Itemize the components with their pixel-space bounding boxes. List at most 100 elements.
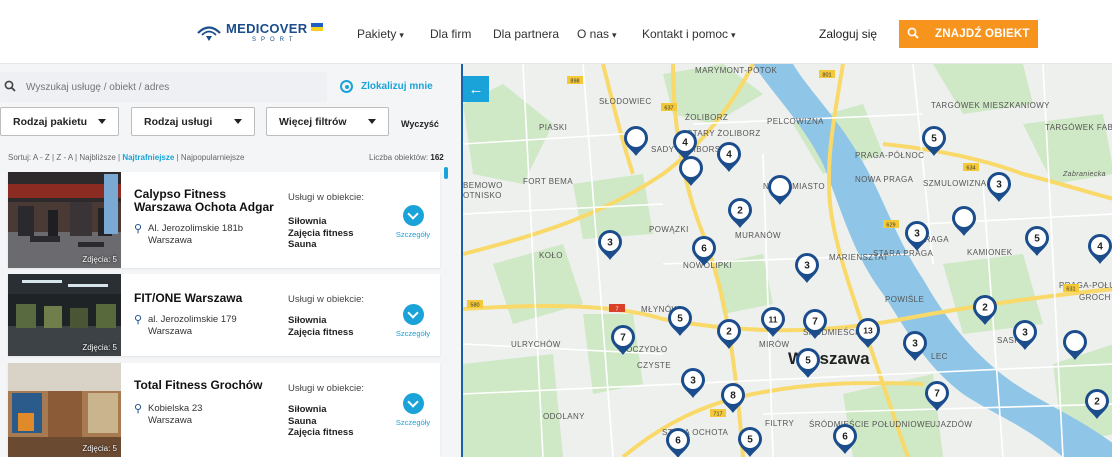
results-count-label: Liczba obiektów:	[369, 153, 429, 162]
photos-count: Zdjęcia: 5	[82, 444, 117, 453]
sort-option-nearest[interactable]: Najbliższe	[79, 153, 115, 162]
facilities-map[interactable]: MARYMONT-POTOK SŁODOWIEC ŻOLIBORZ STARY ŻOL…	[461, 64, 1112, 457]
chevron-down-icon	[402, 205, 424, 226]
facility-card[interactable]: Zdjęcia: 5 Calypso Fitness Warszawa Ocho…	[8, 172, 440, 268]
site-header: MEDICOVER SPORT Pakiety ▾ Dla firm Dla pa…	[0, 0, 1112, 64]
svg-text:580: 580	[470, 303, 479, 309]
district-label: PRAGA-PÓŁNOC	[855, 151, 924, 160]
details-button[interactable]: Szczegóły	[395, 393, 431, 427]
services-list: Siłownia Sauna Zajęcia fitness	[288, 404, 353, 439]
sort-option-az[interactable]: A - Z	[33, 153, 50, 162]
nav-pakiety-label: Pakiety	[357, 27, 397, 41]
locate-me-button[interactable]: Zlokalizuj mnie	[340, 80, 433, 93]
map-pin-icon: ⚲	[134, 314, 143, 326]
sort-bar: Sortuj: A - Z | Z - A | Najbliższe | Naj…	[8, 153, 245, 162]
chevron-down-icon: ▾	[731, 30, 736, 40]
nav-dla-firm[interactable]: Dla firm	[430, 27, 471, 41]
cluster-count: 7	[812, 317, 818, 328]
facility-address: ⚲ Al. Jerozolimskie 181b Warszawa	[134, 223, 243, 247]
district-label: POWIŚLE	[885, 295, 924, 304]
login-link[interactable]: Zaloguj się	[819, 27, 877, 41]
results-count: Liczba obiektów: 162	[369, 153, 444, 162]
district-label: SŁODOWIEC	[599, 97, 652, 106]
district-label: MARYMONT-POTOK	[695, 66, 777, 75]
cluster-count: 5	[805, 356, 811, 367]
district-label: UJAZDÓW	[930, 420, 972, 429]
facility-photo[interactable]: Zdjęcia: 5	[8, 274, 121, 356]
cluster-count: 3	[1022, 328, 1028, 339]
facility-photo[interactable]: Zdjęcia: 5	[8, 172, 121, 268]
cluster-count: 3	[607, 238, 613, 249]
service-item: Siłownia	[288, 404, 327, 415]
chevron-down-icon	[402, 393, 424, 414]
facility-address: ⚲ al. Jerozolimskie 179 Warszawa	[134, 314, 237, 338]
cluster-count: 11	[769, 315, 778, 325]
facility-card[interactable]: Zdjęcia: 5 Total Fitness Grochów ⚲ Kobie…	[8, 363, 440, 457]
road-number: 634	[963, 163, 979, 172]
district-label: KAMIONEK	[967, 248, 1013, 257]
sort-option-za[interactable]: Z - A	[56, 153, 72, 162]
district-label: FILTRY	[765, 419, 794, 428]
chevron-down-icon: ▾	[612, 30, 617, 40]
cluster-count: 5	[677, 314, 683, 325]
nav-o-nas-label: O nas	[577, 27, 610, 41]
svg-text:637: 637	[664, 106, 673, 112]
logo-text: MEDICOVER	[226, 21, 308, 36]
address-city: Warszawa	[148, 326, 192, 337]
photos-count: Zdjęcia: 5	[82, 343, 117, 352]
service-item: Siłownia	[288, 315, 327, 326]
road-number: 7	[609, 304, 625, 313]
locate-me-label: Zlokalizuj mnie	[361, 81, 433, 92]
nav-dla-partnera[interactable]: Dla partnera	[493, 27, 559, 41]
nav-pakiety[interactable]: Pakiety ▾	[357, 27, 404, 41]
facility-photo[interactable]: Zdjęcia: 5	[8, 363, 121, 457]
sort-option-relevant[interactable]: Najtrafniejsze	[122, 153, 174, 162]
nav-kontakt[interactable]: Kontakt i pomoc ▾	[642, 27, 736, 41]
cluster-count: 3	[914, 229, 920, 240]
svg-text:801: 801	[822, 73, 831, 79]
scrollbar-thumb[interactable]	[444, 167, 448, 179]
svg-text:717: 717	[713, 412, 722, 418]
cluster-count: 5	[747, 435, 753, 446]
facility-name[interactable]: Total Fitness Grochów	[134, 379, 284, 392]
svg-text:629: 629	[886, 223, 895, 229]
map-canvas[interactable]: MARYMONT-POTOK SŁODOWIEC ŻOLIBORZ STARY ŻOL…	[463, 64, 1112, 457]
service-type-dropdown[interactable]: Rodzaj usługi	[131, 107, 255, 136]
package-type-dropdown[interactable]: Rodzaj pakietu	[0, 107, 119, 136]
caret-down-icon	[234, 119, 242, 124]
sort-prefix: Sortuj:	[8, 153, 32, 162]
district-label: FORT BEMA	[523, 177, 573, 186]
cluster-count: 5	[931, 134, 937, 145]
results-scrollbar[interactable]	[443, 165, 448, 457]
collapse-map-button[interactable]: ←	[463, 76, 489, 102]
service-item: Sauna	[288, 239, 317, 250]
facility-name[interactable]: Calypso Fitness Warszawa Ochota Adgar	[134, 188, 284, 214]
district-label: NOWOLIPKI	[683, 261, 732, 270]
more-filters-dropdown[interactable]: Więcej filtrów	[266, 107, 389, 136]
road-number: 801	[819, 70, 835, 79]
find-facility-button[interactable]: ZNAJDŹ OBIEKT	[899, 20, 1038, 48]
nav-kontakt-label: Kontakt i pomoc	[642, 27, 729, 41]
facility-card[interactable]: Zdjęcia: 5 FIT/ONE Warszawa ⚲ al. Jerozo…	[8, 274, 440, 356]
crosshair-icon	[340, 80, 353, 93]
cluster-count: 4	[682, 138, 688, 149]
medicover-logo[interactable]: MEDICOVER SPORT	[196, 21, 324, 43]
address-street: al. Jerozolimskie 179	[148, 314, 237, 325]
cluster-count: 2	[726, 327, 732, 338]
district-label: TARGÓWEK FABRYCZNY	[1045, 123, 1112, 132]
district-label: MARIENSZTAT	[829, 253, 889, 262]
nav-o-nas[interactable]: O nas ▾	[577, 27, 617, 41]
clear-filters-button[interactable]: Wyczyść	[401, 119, 439, 129]
details-button[interactable]: Szczegóły	[395, 304, 431, 338]
facility-address: ⚲ Kobielska 23 Warszawa	[134, 403, 202, 427]
search-input[interactable]	[26, 81, 316, 93]
cluster-count: 5	[1034, 234, 1040, 245]
logo-mark-icon	[197, 25, 221, 41]
service-type-label: Rodzaj usługi	[144, 115, 213, 128]
search-box[interactable]	[0, 72, 327, 102]
details-button[interactable]: Szczegóły	[395, 205, 431, 239]
cluster-count: 3	[804, 261, 810, 272]
district-label: LEC	[931, 352, 948, 361]
facility-name[interactable]: FIT/ONE Warszawa	[134, 292, 284, 305]
sort-option-popular[interactable]: Najpopularniejsze	[181, 153, 245, 162]
